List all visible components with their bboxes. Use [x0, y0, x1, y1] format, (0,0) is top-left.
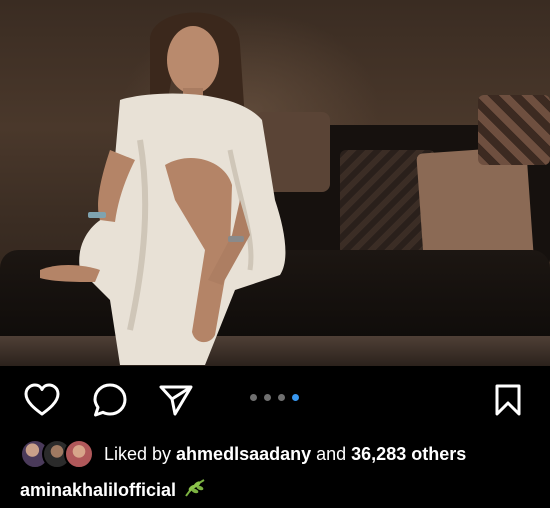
likes-count[interactable]: 36,283 others [351, 444, 466, 464]
carousel-dot-active [292, 394, 299, 401]
likes-connector: and [311, 443, 352, 464]
likes-text: Liked by ahmedlsaadany and 36,283 others [104, 444, 466, 465]
carousel-indicator [250, 394, 299, 401]
person-figure [40, 12, 286, 366]
comment-bubble-icon[interactable] [90, 380, 130, 420]
post-action-bar [0, 380, 550, 420]
likes-summary[interactable]: Liked by ahmedlsaadany and 36,283 others [20, 438, 466, 470]
carousel-dot [278, 394, 285, 401]
caption: aminakhalilofficial [20, 478, 206, 503]
carousel-dot [250, 394, 257, 401]
avatar [64, 439, 94, 469]
liker-username[interactable]: ahmedlsaadany [176, 444, 311, 464]
heart-outline-icon[interactable] [22, 380, 62, 420]
post-image[interactable] [0, 0, 550, 366]
caption-username[interactable]: aminakhalilofficial [20, 480, 176, 501]
carousel-dot [264, 394, 271, 401]
likes-prefix: Liked by [104, 443, 177, 464]
liker-avatars [20, 439, 96, 469]
paper-plane-icon[interactable] [156, 380, 196, 420]
bookmark-outline-icon[interactable] [488, 380, 528, 420]
herb-leaf-icon [184, 478, 206, 503]
